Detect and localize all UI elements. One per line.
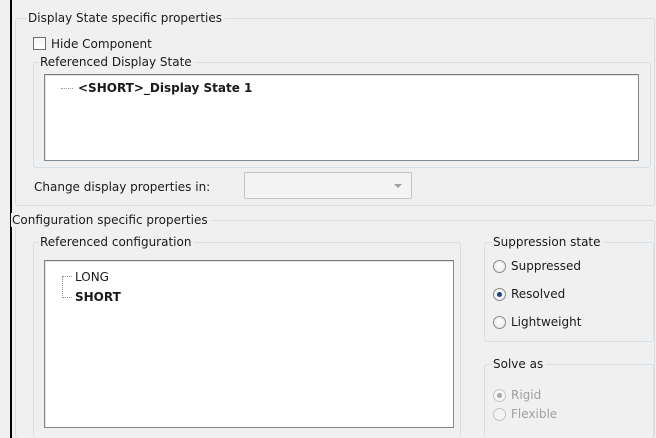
lightweight-option[interactable]: Lightweight bbox=[493, 313, 581, 331]
suppressed-label[interactable]: Suppressed bbox=[511, 259, 581, 273]
referenced-display-state-title: Referenced Display State bbox=[39, 55, 195, 69]
flexible-radio[interactable] bbox=[493, 407, 506, 421]
tree-connector bbox=[62, 276, 72, 277]
lightweight-label[interactable]: Lightweight bbox=[511, 315, 581, 329]
hide-component-checkbox[interactable] bbox=[33, 37, 46, 50]
tree-connector bbox=[62, 297, 72, 298]
configuration-group-title: Configuration specific properties bbox=[11, 213, 211, 227]
change-display-label: Change display properties in: bbox=[34, 180, 211, 194]
display-state-list[interactable]: <SHORT>_Display State 1 bbox=[44, 74, 639, 161]
resolved-radio[interactable] bbox=[493, 287, 506, 301]
rigid-option[interactable]: Rigid bbox=[493, 386, 541, 404]
display-state-group-title: Display State specific properties bbox=[27, 11, 226, 25]
referenced-configuration-title: Referenced configuration bbox=[39, 235, 195, 249]
configuration-list[interactable]: LONG SHORT bbox=[44, 260, 454, 428]
lightweight-radio[interactable] bbox=[493, 315, 506, 329]
resolved-label[interactable]: Resolved bbox=[511, 287, 565, 301]
component-properties-panel: Display State specific properties Hide C… bbox=[0, 0, 656, 438]
suppressed-radio[interactable] bbox=[493, 259, 506, 273]
configuration-item-short[interactable]: SHORT bbox=[75, 289, 121, 305]
flexible-label[interactable]: Flexible bbox=[511, 407, 557, 421]
suppression-state-title: Suppression state bbox=[492, 235, 604, 249]
rigid-radio[interactable] bbox=[493, 388, 506, 402]
resolved-option[interactable]: Resolved bbox=[493, 285, 565, 303]
tree-connector bbox=[61, 88, 73, 89]
configuration-item-long[interactable]: LONG bbox=[75, 269, 109, 285]
rigid-label[interactable]: Rigid bbox=[511, 388, 541, 402]
change-display-combo[interactable] bbox=[244, 172, 412, 199]
tree-connector bbox=[62, 276, 63, 298]
solve-as-title: Solve as bbox=[492, 357, 547, 371]
display-state-item[interactable]: <SHORT>_Display State 1 bbox=[78, 80, 252, 96]
hide-component-label[interactable]: Hide Component bbox=[51, 37, 152, 51]
chevron-down-icon bbox=[394, 184, 402, 188]
flexible-option[interactable]: Flexible bbox=[493, 405, 557, 423]
suppressed-option[interactable]: Suppressed bbox=[493, 257, 581, 275]
